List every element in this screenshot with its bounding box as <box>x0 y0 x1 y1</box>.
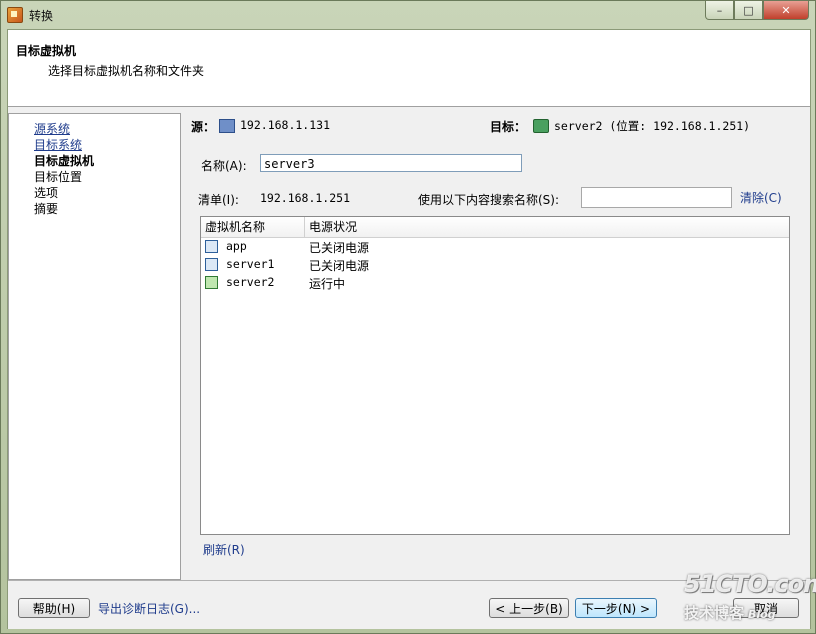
wizard-client-area: 目标虚拟机 选择目标虚拟机名称和文件夹 源系统 目标系统 目标虚拟机 目标位置 … <box>7 29 811 629</box>
vm-name-input[interactable]: server3 <box>260 154 522 172</box>
vm-name-cell: server2 <box>226 275 275 289</box>
vm-name-label: 名称(A): <box>201 159 247 173</box>
wizard-step-nav: 源系统 目标系统 目标虚拟机 目标位置 选项 摘要 <box>8 113 181 580</box>
step-subtitle: 选择目标虚拟机名称和文件夹 <box>48 64 205 78</box>
vm-name-cell: app <box>226 239 247 253</box>
inventory-label: 清单(I): <box>198 193 239 207</box>
cancel-button[interactable]: 取消 <box>733 598 799 618</box>
wizard-header: 目标虚拟机 选择目标虚拟机名称和文件夹 <box>8 30 810 107</box>
window-controls: – □ ✕ <box>705 1 809 21</box>
converter-window: 转换 – □ ✕ 目标虚拟机 选择目标虚拟机名称和文件夹 源系统 目标系统 目标… <box>0 0 816 634</box>
inventory-value: 192.168.1.251 <box>260 191 351 205</box>
nav-step-source-system[interactable]: 源系统 <box>34 120 70 137</box>
power-state-cell: 已关闭电源 <box>309 241 370 255</box>
source-value: 192.168.1.131 <box>240 118 331 132</box>
vm-table: 虚拟机名称 电源状况 app 已关闭电源 server1 已关闭电源 serve… <box>200 216 790 535</box>
server-icon <box>533 119 549 133</box>
refresh-link[interactable]: 刷新(R) <box>203 541 245 558</box>
power-state-cell: 运行中 <box>309 277 346 291</box>
vm-off-icon <box>205 240 218 253</box>
search-input[interactable] <box>581 187 732 208</box>
nav-step-options: 选项 <box>34 186 59 200</box>
nav-step-destination-location: 目标位置 <box>34 170 83 184</box>
window-title: 转换 <box>29 9 54 23</box>
step-title: 目标虚拟机 <box>16 44 77 58</box>
clear-search-link[interactable]: 清除(C) <box>740 189 782 206</box>
vm-name-cell: server1 <box>226 257 275 271</box>
vm-table-header: 虚拟机名称 电源状况 <box>201 217 789 238</box>
nav-step-summary: 摘要 <box>34 202 59 216</box>
help-button[interactable]: 帮助(H) <box>18 598 90 618</box>
power-state-cell: 已关闭电源 <box>309 259 370 273</box>
title-bar[interactable]: 转换 – □ ✕ <box>1 1 815 29</box>
column-header-vm-name[interactable]: 虚拟机名称 <box>201 217 305 237</box>
computer-icon <box>219 119 235 133</box>
search-label: 使用以下内容搜索名称(S): <box>418 193 560 207</box>
vm-running-icon <box>205 276 218 289</box>
table-row[interactable]: server2 运行中 <box>201 274 789 292</box>
column-header-power-state[interactable]: 电源状况 <box>305 217 789 237</box>
wizard-footer: 帮助(H) 导出诊断日志(G)... < 上一步(B) 下一步(N) > 取消 <box>8 580 810 629</box>
destination-value: server2 (位置: 192.168.1.251) <box>554 119 751 133</box>
nav-step-destination-vm: 目标虚拟机 <box>34 154 95 168</box>
source-label: 源： <box>191 120 216 134</box>
app-icon <box>7 7 23 23</box>
table-row[interactable]: app 已关闭电源 <box>201 238 789 256</box>
vm-off-icon <box>205 258 218 271</box>
table-row[interactable]: server1 已关闭电源 <box>201 256 789 274</box>
nav-step-destination-system[interactable]: 目标系统 <box>34 136 82 153</box>
close-button[interactable]: ✕ <box>763 1 809 20</box>
minimize-button[interactable]: – <box>705 1 734 20</box>
maximize-button[interactable]: □ <box>734 1 763 20</box>
next-button[interactable]: 下一步(N) > <box>575 598 657 618</box>
destination-label: 目标： <box>490 120 527 134</box>
export-log-link[interactable]: 导出诊断日志(G)... <box>98 600 200 617</box>
back-button[interactable]: < 上一步(B) <box>489 598 569 618</box>
